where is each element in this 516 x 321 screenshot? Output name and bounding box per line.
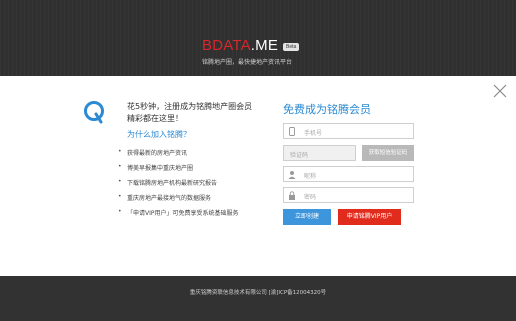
site-tagline: 铭腾地产圈，最快捷地产资讯平台 [202, 59, 293, 66]
nickname-placeholder: 昵称 [304, 173, 317, 180]
password-placeholder: 密码 [304, 194, 317, 201]
beta-badge: Beta [283, 43, 300, 51]
form-title: 免费成为铭腾会员 [283, 103, 371, 116]
get-code-button[interactable]: 获取短信验证码 [362, 145, 414, 161]
phone-placeholder: 手机号 [304, 130, 323, 137]
nickname-input[interactable]: 昵称 [283, 166, 414, 182]
why-join-link[interactable]: 为什么加入铭腾？ [127, 129, 191, 140]
benefit-item: 「申请VIP用户」可免费享受系统基础服务 [118, 208, 238, 217]
password-input[interactable]: 密码 [283, 187, 414, 203]
promo-headline: 花5秒钟，注册成为铭腾地产圈会员 [127, 102, 253, 111]
promo-subheadline: 精彩都在这里！ [127, 114, 183, 123]
benefit-item: 获得最新的房地产资讯 [118, 148, 187, 157]
page-footer [0, 276, 516, 321]
create-account-button[interactable]: 立即创建 [283, 209, 331, 225]
benefit-item: 博美早报集中重庆地产圈 [118, 163, 193, 172]
close-icon[interactable] [493, 84, 507, 98]
code-input[interactable]: 验证码 [283, 145, 356, 161]
logo-white-text: .ME [250, 37, 279, 54]
logo-red-text: BDATA [202, 37, 251, 54]
register-panel [0, 76, 516, 276]
benefit-item: 下载铭腾房地产机构最新研究报告 [118, 178, 217, 187]
footer-copyright: 重庆铭腾资联信息技术有限公司 [渝]ICP备12004320号 [189, 290, 327, 296]
apply-vip-button[interactable]: 申请铭腾VIP用户 [338, 209, 401, 225]
phone-icon [289, 127, 295, 136]
phone-input[interactable]: 手机号 [283, 123, 414, 139]
user-icon [288, 171, 296, 179]
q-logo-icon [84, 101, 104, 124]
benefit-item: 重庆房地产最接地气的数据服务 [118, 193, 211, 202]
code-placeholder: 验证码 [290, 152, 309, 159]
lock-icon [289, 191, 295, 200]
site-logo[interactable]: BDATA.ME [202, 37, 278, 54]
